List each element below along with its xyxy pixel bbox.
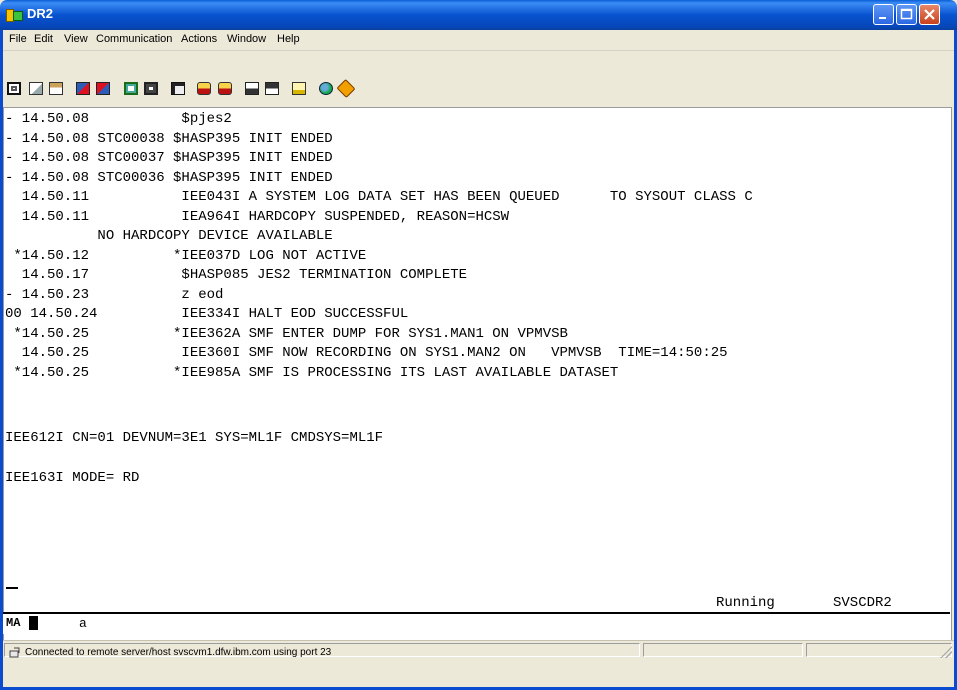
terminal-line: *14.50.12 *IEE037D LOG NOT ACTIVE [5, 248, 367, 264]
menu-window[interactable]: Window [227, 33, 266, 45]
notepad-icon[interactable] [289, 79, 309, 99]
terminal-line: IEE163I MODE= RD [5, 470, 140, 486]
window-title: DR2 [27, 6, 54, 21]
terminal-line: 14.50.25 IEE360I SMF NOW RECORDING ON SY… [5, 345, 728, 361]
terminal-line: - 14.50.23 z eod [5, 287, 224, 303]
macro-play-icon[interactable] [194, 79, 214, 99]
status-pane-3 [806, 643, 952, 657]
close-icon [924, 9, 935, 20]
title-bar[interactable]: DR2 [0, 0, 957, 30]
minimize-button[interactable] [873, 4, 894, 25]
send-file-icon[interactable] [73, 79, 93, 99]
macro-record-icon[interactable] [215, 79, 235, 99]
status-running: Running [716, 595, 775, 611]
maximize-icon [900, 8, 913, 20]
receive-file-icon[interactable] [93, 79, 113, 99]
globe-icon[interactable] [316, 79, 336, 99]
input-cursor [6, 587, 18, 589]
terminal-screen[interactable]: - 14.50.08 $pjes2 - 14.50.08 STC00038 $H… [3, 107, 952, 644]
terminal-line: - 14.50.08 STC00037 $HASP395 INIT ENDED [5, 150, 333, 166]
menu-view[interactable]: View [64, 33, 88, 45]
terminal-line: *14.50.25 *IEE985A SMF IS PROCESSING ITS… [5, 365, 619, 381]
terminal-line: 14.50.11 IEE043I A SYSTEM LOG DATA SET H… [5, 189, 753, 205]
oia-cursor-block [29, 616, 38, 630]
terminal-line: 00 14.50.24 IEE334I HALT EOD SUCCESSFUL [5, 306, 409, 322]
app-icon[interactable] [6, 8, 23, 22]
menu-help[interactable]: Help [277, 33, 300, 45]
menu-edit[interactable]: Edit [34, 33, 53, 45]
terminal-line: *14.50.25 *IEE362A SMF ENTER DUMP FOR SY… [5, 326, 568, 342]
operator-info-area: MA a [3, 612, 950, 634]
menu-bar: File Edit View Communication Actions Win… [3, 30, 954, 51]
status-connection-pane: Connected to remote server/host svscvm1.… [4, 643, 640, 658]
terminal-line: 14.50.17 $HASP085 JES2 TERMINATION COMPL… [5, 267, 468, 283]
terminal-line: NO HARDCOPY DEVICE AVAILABLE [5, 228, 333, 244]
toolbar [3, 51, 954, 107]
minimize-icon [879, 17, 886, 19]
paste-icon[interactable] [46, 79, 66, 99]
stop-record-icon[interactable] [262, 79, 282, 99]
status-system-name: SVSCDR2 [833, 595, 892, 611]
menu-communication[interactable]: Communication [96, 33, 172, 45]
status-connection-text: Connected to remote server/host svscvm1.… [25, 647, 332, 658]
maximize-button[interactable] [896, 4, 917, 25]
screen-icon[interactable] [4, 79, 24, 99]
menu-file[interactable]: File [9, 33, 27, 45]
close-button[interactable] [919, 4, 940, 25]
oia-mode: MA [6, 616, 21, 630]
terminal-line: - 14.50.08 STC00036 $HASP395 INIT ENDED [5, 170, 333, 186]
monitor-icon[interactable] [141, 79, 161, 99]
connection-icon [9, 647, 20, 658]
status-pane-2 [643, 643, 803, 657]
resize-grip[interactable] [940, 646, 952, 658]
menu-actions[interactable]: Actions [181, 33, 217, 45]
copy-icon[interactable] [26, 79, 46, 99]
terminal-line: - 14.50.08 STC00038 $HASP395 INIT ENDED [5, 131, 333, 147]
terminal-line: 14.50.11 IEA964I HARDCOPY SUSPENDED, REA… [5, 209, 510, 225]
tag-icon[interactable] [336, 79, 356, 99]
terminal-line: - 14.50.08 $pjes2 [5, 111, 232, 127]
calculator-icon[interactable] [168, 79, 188, 99]
record-icon[interactable] [242, 79, 262, 99]
status-bar: Connected to remote server/host svscvm1.… [3, 640, 954, 659]
oia-input: a [79, 616, 87, 631]
display-icon[interactable] [121, 79, 141, 99]
terminal-line: IEE612I CN=01 DEVNUM=3E1 SYS=ML1F CMDSYS… [5, 430, 384, 446]
